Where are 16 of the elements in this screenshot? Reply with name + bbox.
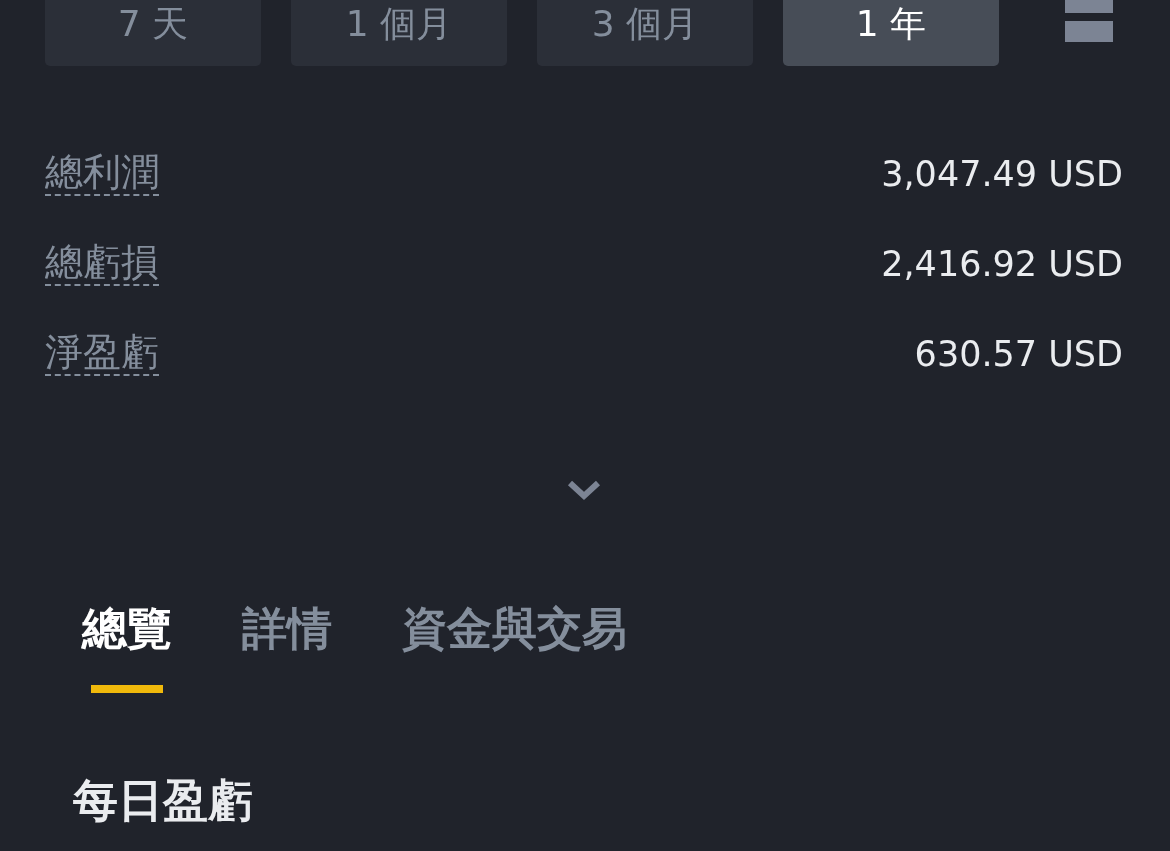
stat-value: 2,416.92 USD — [881, 244, 1123, 284]
tab[interactable]: 總覽 — [82, 599, 172, 659]
stat-value: 630.57 USD — [914, 334, 1123, 374]
stat-label: 淨盈虧 — [45, 332, 159, 376]
period-tab[interactable]: 3 個月 — [537, 0, 753, 66]
tab[interactable]: 資金與交易 — [402, 599, 627, 659]
period-tab[interactable]: 1 個月 — [291, 0, 507, 66]
stat-label: 總虧損 — [45, 242, 159, 286]
tab-underline — [91, 685, 163, 693]
tab[interactable]: 詳情 — [242, 599, 332, 659]
period-tab[interactable]: 7 天 — [45, 0, 261, 66]
chevron-down-icon[interactable] — [567, 479, 601, 501]
stat-label: 總利潤 — [45, 152, 159, 196]
period-tab[interactable]: 1 年 — [783, 0, 999, 66]
section-title: 每日盈虧 — [72, 773, 254, 829]
stat-value: 3,047.49 USD — [881, 154, 1123, 194]
